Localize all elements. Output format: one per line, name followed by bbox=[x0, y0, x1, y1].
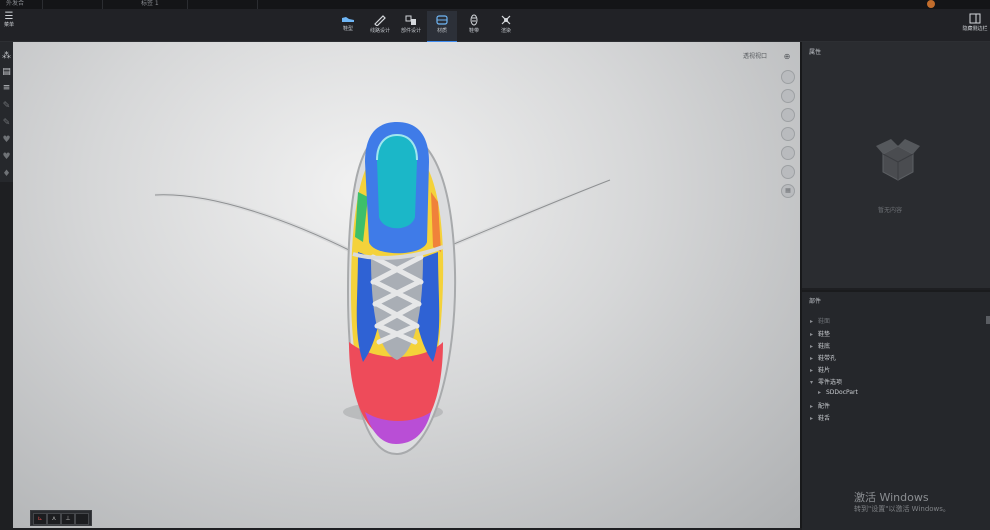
toolbar-label: 鞋型 bbox=[342, 26, 353, 32]
tree-item-label: 零件选项 bbox=[818, 379, 843, 386]
chevron-down-icon[interactable]: ▾ bbox=[810, 379, 818, 386]
tree-item-expanded[interactable]: ▾ 零件选项 bbox=[810, 377, 842, 386]
toolbar-pen-button[interactable]: 线路设计 bbox=[365, 11, 395, 41]
tree-item-label: 配件 bbox=[818, 403, 831, 410]
sidebar-toggle-icon bbox=[969, 13, 981, 24]
hide-sidebar-button[interactable]: 隐藏侧边栏 bbox=[960, 10, 990, 40]
hide-sidebar-label: 隐藏侧边栏 bbox=[962, 26, 988, 32]
attributes-panel-title: 属性 bbox=[809, 49, 822, 56]
shoe-icon bbox=[342, 17, 354, 22]
list-tool-icon[interactable]: ≡ bbox=[1, 82, 12, 95]
chevron-right-icon[interactable]: ▸ bbox=[818, 389, 826, 396]
side-view-icon[interactable] bbox=[781, 127, 795, 141]
pin-icon[interactable]: ⊕ bbox=[781, 51, 793, 63]
window-tab[interactable] bbox=[225, 0, 258, 9]
material-icon bbox=[436, 15, 448, 25]
empty-box-icon bbox=[868, 132, 928, 192]
menu-button[interactable]: ☰ 菜单 bbox=[0, 9, 18, 39]
shape-tool-icon[interactable]: ♦ bbox=[1, 168, 12, 181]
tree-item-label: 鞋垫 bbox=[818, 331, 831, 338]
tree-item[interactable]: ▸ 鞋垫 bbox=[810, 329, 830, 338]
activation-watermark-subtitle: 转到"设置"以激活 Windows。 bbox=[854, 505, 950, 513]
chevron-right-icon[interactable]: ▸ bbox=[810, 355, 818, 362]
tree-item-label: SDDocPart bbox=[826, 389, 858, 396]
window-tab[interactable] bbox=[40, 0, 103, 9]
render-icon bbox=[501, 15, 511, 25]
tree-item[interactable]: ▸ 鞋片 bbox=[810, 365, 830, 374]
user-avatar[interactable] bbox=[927, 0, 935, 8]
toolbar-shoe-button[interactable]: 鞋型 bbox=[333, 11, 363, 41]
parts-icon bbox=[405, 15, 416, 25]
activation-watermark-title: 激活 Windows bbox=[854, 491, 929, 504]
tree-item[interactable]: ▸ 配件 bbox=[810, 401, 830, 410]
toolbar-label: 鞋带 bbox=[468, 28, 479, 34]
shoe-model-render[interactable] bbox=[13, 42, 800, 528]
window-tab-strip: 外发合 标签 1 bbox=[0, 0, 990, 9]
camera-icon[interactable] bbox=[781, 165, 795, 179]
chevron-right-icon[interactable]: ▸ bbox=[810, 403, 818, 410]
pen-icon bbox=[374, 15, 386, 26]
brush-tool-icon[interactable]: ✎ bbox=[1, 117, 12, 130]
empty-state-text: 暂无内容 bbox=[878, 207, 903, 214]
tree-item[interactable]: ▸ 鞋舌 bbox=[810, 413, 830, 422]
node-tool-icon[interactable]: ⁂ bbox=[1, 50, 12, 63]
lighting-icon[interactable] bbox=[781, 146, 795, 160]
3d-viewport[interactable] bbox=[13, 42, 800, 528]
toolbar-lace-button[interactable]: 鞋带 bbox=[459, 11, 489, 41]
scrollbar-thumb[interactable] bbox=[986, 316, 990, 324]
toolbar-label: 材质 bbox=[436, 28, 447, 34]
viewport-bottom-toolbar: ⊾ ⋏ ⊥ bbox=[30, 510, 92, 526]
tree-item-child[interactable]: ▸ SDDocPart bbox=[818, 389, 858, 396]
measure-icon[interactable]: ⊥ bbox=[61, 513, 75, 525]
window-tab[interactable]: 外发合 bbox=[0, 0, 43, 9]
tree-item[interactable]: ▸ 鞋面 bbox=[810, 316, 830, 325]
chevron-right-icon[interactable]: ▸ bbox=[810, 318, 818, 325]
box-tool-icon[interactable]: ▤ bbox=[1, 66, 12, 79]
front-view-icon[interactable] bbox=[781, 89, 795, 103]
tree-item-label: 鞋片 bbox=[818, 367, 831, 374]
chevron-right-icon[interactable]: ▸ bbox=[810, 367, 818, 374]
toolbar-label: 部件设计 bbox=[400, 28, 421, 34]
heart-tool-icon[interactable]: ♥ bbox=[1, 151, 12, 164]
toolbar-render-button[interactable]: 渲染 bbox=[491, 11, 521, 41]
toolbar-label: 线路设计 bbox=[369, 28, 390, 34]
reset-view-icon[interactable] bbox=[781, 70, 795, 84]
viewport-mode-label[interactable]: 透视视口 bbox=[743, 51, 767, 60]
toolbar-parts-button[interactable]: 部件设计 bbox=[396, 11, 426, 41]
parts-panel-title: 部件 bbox=[809, 298, 822, 305]
lace-icon bbox=[470, 14, 478, 26]
chevron-right-icon[interactable]: ▸ bbox=[810, 415, 818, 422]
tree-item-label: 鞋底 bbox=[818, 343, 831, 350]
tree-item-label: 鞋带孔 bbox=[818, 355, 837, 362]
blank-tool-icon[interactable] bbox=[75, 513, 89, 525]
tree-item[interactable]: ▸ 鞋带孔 bbox=[810, 353, 836, 362]
tree-item-label: 鞋面 bbox=[818, 318, 831, 325]
hamburger-icon: ☰ bbox=[4, 11, 14, 22]
brush-tool-icon[interactable]: ✎ bbox=[1, 100, 12, 113]
grid-icon[interactable]: ▦ bbox=[781, 184, 795, 198]
top-view-icon[interactable] bbox=[781, 108, 795, 122]
axis-icon[interactable]: ⊾ bbox=[33, 513, 47, 525]
menu-label: 菜单 bbox=[3, 22, 14, 28]
tree-item[interactable]: ▸ 鞋底 bbox=[810, 341, 830, 350]
heart-tool-icon[interactable]: ♥ bbox=[1, 134, 12, 147]
toolbar-material-button[interactable]: 材质 bbox=[427, 11, 457, 43]
perspective-icon[interactable]: ⋏ bbox=[47, 513, 61, 525]
chevron-right-icon[interactable]: ▸ bbox=[810, 343, 818, 350]
left-tool-strip: ⁂ ▤ ≡ ✎ ✎ ♥ ♥ ♦ bbox=[0, 42, 13, 182]
chevron-right-icon[interactable]: ▸ bbox=[810, 331, 818, 338]
window-tab[interactable]: 标签 1 bbox=[135, 0, 188, 9]
tree-item-label: 鞋舌 bbox=[818, 415, 831, 422]
toolbar-label: 渲染 bbox=[500, 28, 511, 34]
